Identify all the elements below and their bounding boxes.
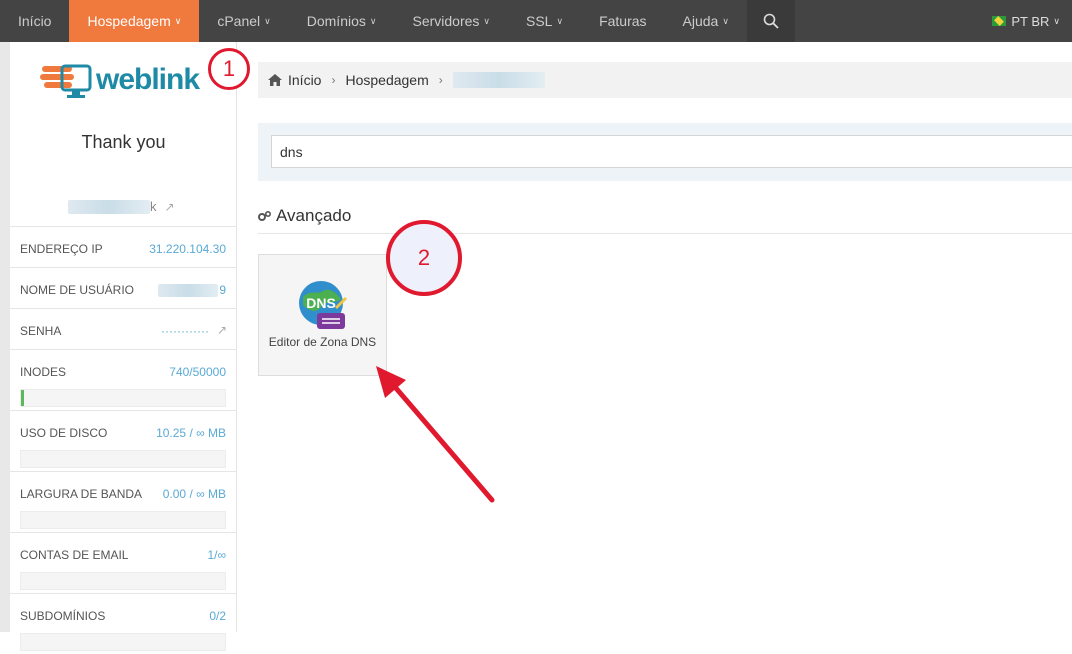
row-value: 9	[219, 283, 226, 297]
nav-servidores[interactable]: Servidores ∨	[394, 0, 508, 42]
row-label: USO DE DISCO	[20, 426, 108, 440]
brazil-flag-icon	[992, 16, 1007, 26]
info-row-username: NOME DE USUÁRIO 9	[10, 267, 237, 308]
row-label: LARGURA DE BANDA	[20, 487, 143, 501]
info-row-subdomains: SUBDOMÍNIOS 0/2	[10, 593, 237, 654]
info-row-ip: ENDEREÇO IP 31.220.104.30	[10, 226, 237, 267]
section-title-text: Avançado	[276, 206, 352, 225]
section-divider	[258, 233, 1072, 234]
info-row-password[interactable]: SENHA ············ ↗	[10, 308, 237, 349]
nav-label: cPanel	[217, 13, 261, 29]
row-value: ············	[161, 324, 209, 338]
row-value: 31.220.104.30	[149, 242, 226, 256]
top-navigation: Início Hospedagem ∨ cPanel ∨ Domínios ∨ Ser…	[0, 0, 1072, 49]
search-button[interactable]	[746, 0, 795, 42]
chevron-down-icon: ∨	[1053, 15, 1060, 26]
search-input[interactable]	[271, 135, 1072, 168]
gears-icon	[258, 210, 272, 221]
chevron-down-icon: ∨	[369, 15, 377, 26]
chevron-down-icon: ∨	[483, 15, 490, 26]
nav-label: Início	[18, 13, 52, 29]
nav-hospedagem[interactable]: Hospedagem ∨	[69, 0, 200, 49]
usage-bar	[20, 572, 226, 590]
nav-faturas[interactable]: Faturas	[581, 0, 664, 42]
dns-icon-text: DNS	[306, 295, 336, 311]
nav-ssl[interactable]: SSL ∨	[508, 0, 581, 42]
row-value: 1/∞	[207, 548, 226, 562]
annotation-step-2: 2	[386, 220, 462, 296]
section-title: Avançado	[258, 206, 351, 226]
info-row-disk: USO DE DISCO 10.25 / ∞ MB	[10, 410, 237, 471]
redacted-domain	[68, 199, 150, 214]
search-panel	[258, 123, 1072, 181]
info-row-bandwidth: LARGURA DE BANDA 0.00 / ∞ MB	[10, 471, 237, 532]
nav-ajuda[interactable]: Ajuda ∨	[665, 0, 747, 42]
chevron-down-icon: ∨	[722, 15, 729, 26]
row-label: SENHA	[20, 324, 62, 338]
row-value: 0/2	[209, 609, 226, 623]
tile-label: Editor de Zona DNS	[268, 335, 377, 349]
nav-label: Hospedagem	[87, 13, 171, 29]
nav-inicio[interactable]: Início	[0, 0, 69, 42]
usage-bar-fill	[21, 390, 25, 406]
row-label: CONTAS DE EMAIL	[20, 548, 129, 562]
nav-label: Faturas	[599, 13, 647, 29]
search-icon	[763, 13, 779, 29]
account-domain[interactable]: k ↗	[68, 199, 175, 214]
nav-label: Servidores	[412, 13, 480, 29]
weblink-logo-icon	[40, 64, 92, 98]
usage-bar	[20, 511, 226, 529]
weblink-logo-text: weblink	[96, 63, 200, 96]
nav-dominios[interactable]: Domínios ∨	[289, 0, 395, 42]
weblink-logo: weblink	[40, 60, 200, 100]
chevron-down-icon: ∨	[174, 15, 182, 26]
usage-bar	[20, 450, 226, 468]
info-row-inodes: INODES 740/50000	[10, 349, 237, 410]
row-value: 0.00 / ∞ MB	[162, 487, 226, 501]
info-row-email: CONTAS DE EMAIL 1/∞	[10, 532, 237, 593]
breadcrumb-hospedagem[interactable]: Hospedagem	[345, 72, 428, 88]
chevron-down-icon: ∨	[264, 15, 271, 26]
home-icon	[268, 74, 282, 86]
nav-cpanel[interactable]: cPanel ∨	[199, 0, 288, 42]
external-link-icon[interactable]: ↗	[217, 323, 227, 337]
annotation-step-1: 1	[208, 48, 250, 90]
account-sidebar: weblink Thank you k ↗ ENDEREÇO IP 31.220…	[10, 42, 237, 651]
external-link-icon: ↗	[164, 199, 175, 214]
domain-suffix: k	[150, 199, 157, 214]
breadcrumb: Início › Hospedagem ›	[258, 62, 1072, 98]
nav-label: Ajuda	[682, 13, 719, 29]
account-title: Thank you	[81, 132, 166, 152]
chevron-right-icon: ›	[438, 73, 443, 87]
usage-bar	[20, 633, 226, 651]
usage-bar	[20, 389, 226, 407]
nav-label: Domínios	[306, 13, 366, 29]
redacted-username	[158, 284, 218, 297]
row-label: INODES	[20, 365, 67, 379]
dns-zone-editor-icon: DNS	[299, 281, 347, 329]
language-label: PT BR	[1011, 13, 1050, 29]
left-strip	[0, 42, 10, 632]
row-value: 740/50000	[169, 365, 226, 379]
breadcrumb-home[interactable]: Início	[288, 72, 321, 88]
chevron-right-icon: ›	[331, 73, 336, 87]
chevron-down-icon: ∨	[556, 15, 564, 26]
language-selector[interactable]: PT BR ∨	[992, 0, 1072, 42]
row-label: NOME DE USUÁRIO	[20, 283, 135, 297]
row-label: SUBDOMÍNIOS	[20, 609, 106, 623]
dns-zone-editor-tile[interactable]: DNS Editor de Zona DNS	[258, 254, 387, 376]
row-label: ENDEREÇO IP	[20, 242, 103, 256]
redacted-breadcrumb-domain	[452, 72, 545, 88]
row-value: 10.25 / ∞ MB	[156, 426, 226, 440]
nav-label: SSL	[526, 13, 553, 29]
